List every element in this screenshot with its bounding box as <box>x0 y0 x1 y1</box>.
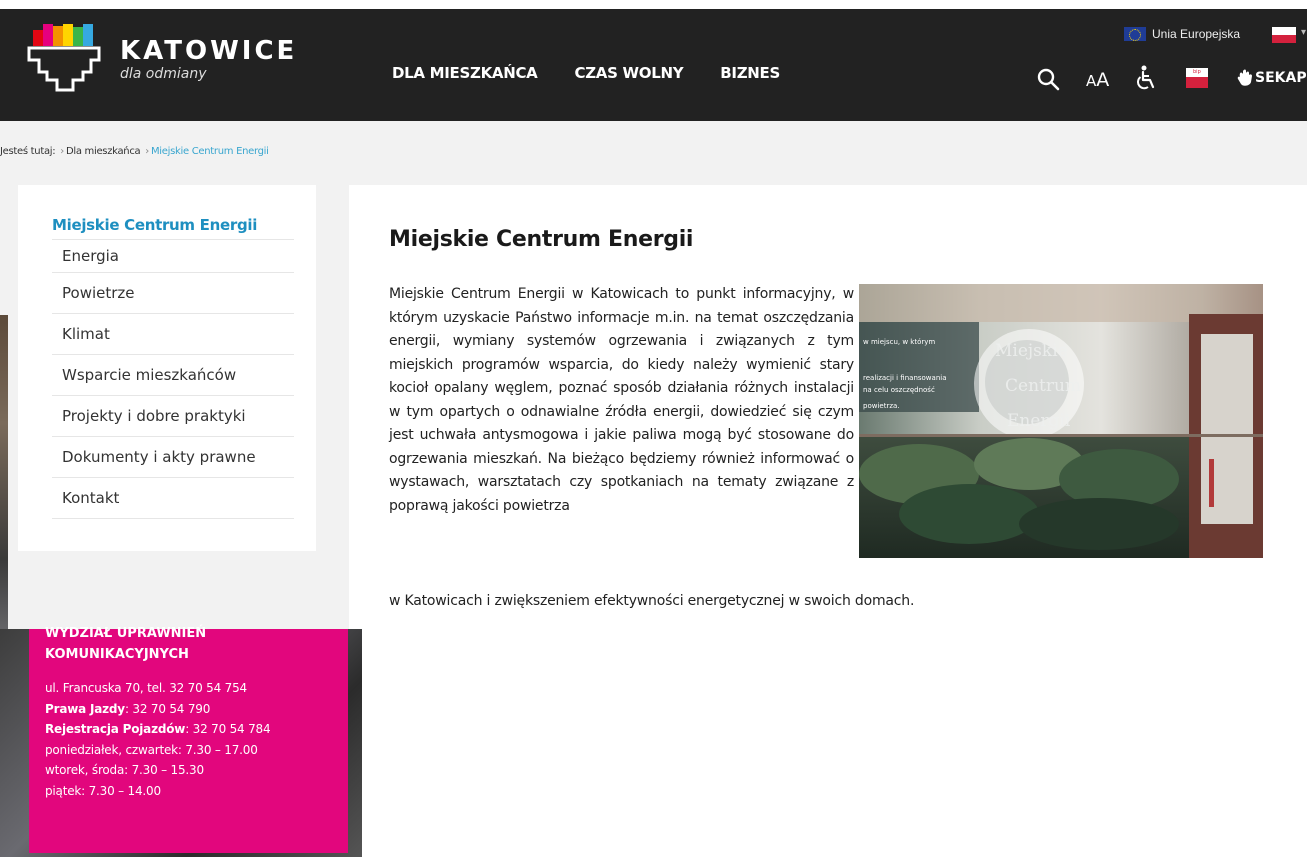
sidebar-item-energia[interactable]: Energia <box>52 240 294 273</box>
sidebar-menu: Miejskie Centrum Energii Energia Powietr… <box>18 185 316 551</box>
contact-license-phone: : 32 70 54 790 <box>124 701 211 716</box>
sekap-link[interactable]: SEKAP <box>1237 69 1307 87</box>
contact-title: WYDZIAŁ UPRAWNIEŃ KOMUNIKACYJNYCH <box>45 626 207 662</box>
sidebar-item-klimat[interactable]: Klimat <box>52 314 294 355</box>
photo-window-line-1: w miejscu, w którym <box>863 338 935 346</box>
article-body-last-line: w Katowicach i zwiększeniem efektywności… <box>389 593 915 609</box>
article-body: Miejskie Centrum Energii w Katowicach to… <box>389 286 854 514</box>
sidebar-item-projekty[interactable]: Projekty i dobre praktyki <box>52 396 294 437</box>
breadcrumb-separator: › <box>60 146 64 157</box>
contact-license-label: Prawa Jazdy <box>45 701 125 716</box>
contact-hours-3: piątek: 7.30 – 14.00 <box>45 783 161 798</box>
breadcrumb-link-dla-mieszkanca[interactable]: Dla mieszkańca <box>66 146 141 157</box>
eu-link[interactable]: Unia Europejska <box>1124 27 1240 41</box>
font-size-button[interactable]: AA <box>1086 69 1109 91</box>
page-title: Miejskie Centrum Energii <box>389 227 694 252</box>
contact-registration-line: Rejestracja Pojazdów: 32 70 54 784 <box>45 719 271 740</box>
bip-icon[interactable]: bip <box>1186 68 1208 88</box>
brand-tagline: dla odmiany <box>120 66 207 82</box>
sidebar-title[interactable]: Miejskie Centrum Energii <box>52 216 257 234</box>
photo-window-line-2: realizacji i finansowania <box>863 374 947 382</box>
brand[interactable]: KATOWICE dla odmiany <box>120 37 297 82</box>
language-flag-icon[interactable] <box>1272 27 1296 43</box>
photo-sign-line-2: Centrum <box>1005 376 1081 396</box>
katowice-logo-icon[interactable] <box>27 24 103 100</box>
sidebar-list: Energia Powietrze Klimat Wsparcie mieszk… <box>52 239 294 519</box>
photo-window-line-4: powietrza. <box>863 402 900 410</box>
accessibility-icon[interactable] <box>1136 65 1158 91</box>
chevron-down-icon[interactable]: ▾ <box>1301 27 1306 38</box>
contact-hours-1: poniedziałek, czwartek: 7.30 – 17.00 <box>45 742 258 757</box>
sidebar-item-dokumenty[interactable]: Dokumenty i akty prawne <box>52 437 294 478</box>
photo-sign-line-3: Energii <box>1007 411 1071 431</box>
breadcrumb-separator: › <box>145 146 149 157</box>
eu-flag-icon <box>1124 27 1146 41</box>
search-icon[interactable] <box>1036 67 1060 91</box>
eu-label: Unia Europejska <box>1152 27 1241 41</box>
sidebar-item-kontakt[interactable]: Kontakt <box>52 478 294 519</box>
article-photo: Miejskie Centrum Energii w miejscu, w kt… <box>859 284 1263 558</box>
page: KATOWICE dla odmiany DLA MIESZKAŃCA CZAS… <box>0 0 1307 857</box>
contact-address: ul. Francuska 70, tel. 32 70 54 754 <box>45 681 247 695</box>
sidebar-item-wsparcie[interactable]: Wsparcie mieszkańców <box>52 355 294 396</box>
sidebar-item-powietrze[interactable]: Powietrze <box>52 273 294 314</box>
font-small-label: A <box>1086 72 1097 90</box>
contact-license-line: Prawa Jazdy: 32 70 54 790 <box>45 699 270 720</box>
contact-registration-phone: : 32 70 54 784 <box>185 722 271 736</box>
breadcrumb-prefix: Jesteś tutaj: <box>0 146 56 157</box>
sekap-label: SEKAP <box>1255 70 1307 86</box>
breadcrumb: Jesteś tutaj: › Dla mieszkańca › Miejskie … <box>0 146 269 157</box>
nav-biznes[interactable]: BIZNES <box>720 64 780 82</box>
nav-dla-mieszkanca[interactable]: DLA MIESZKAŃCA <box>392 64 538 82</box>
site-header: KATOWICE dla odmiany DLA MIESZKAŃCA CZAS… <box>0 0 1307 121</box>
nav-czas-wolny[interactable]: CZAS WOLNY <box>574 64 683 82</box>
main-nav: DLA MIESZKAŃCA CZAS WOLNY BIZNES <box>392 64 780 82</box>
contact-hours-2: wtorek, środa: 7.30 – 15.30 <box>45 763 204 777</box>
contact-box: WYDZIAŁ UPRAWNIEŃ KOMUNIKACYJNYCH ul. Fr… <box>29 626 348 853</box>
bip-label: bip <box>1193 69 1201 75</box>
font-big-label: A <box>1096 69 1110 91</box>
contact-details: ul. Francuska 70, tel. 32 70 54 754 Praw… <box>45 678 271 801</box>
breadcrumb-current: Miejskie Centrum Energii <box>150 146 269 157</box>
contact-registration-label: Rejestracja Pojazdów <box>45 722 186 736</box>
photo-sign-line-1: Miejskie <box>995 341 1068 361</box>
photo-window-line-3: na celu oszczędność <box>863 386 935 394</box>
sekap-hand-icon <box>1237 69 1252 86</box>
brand-name: KATOWICE <box>120 36 298 66</box>
